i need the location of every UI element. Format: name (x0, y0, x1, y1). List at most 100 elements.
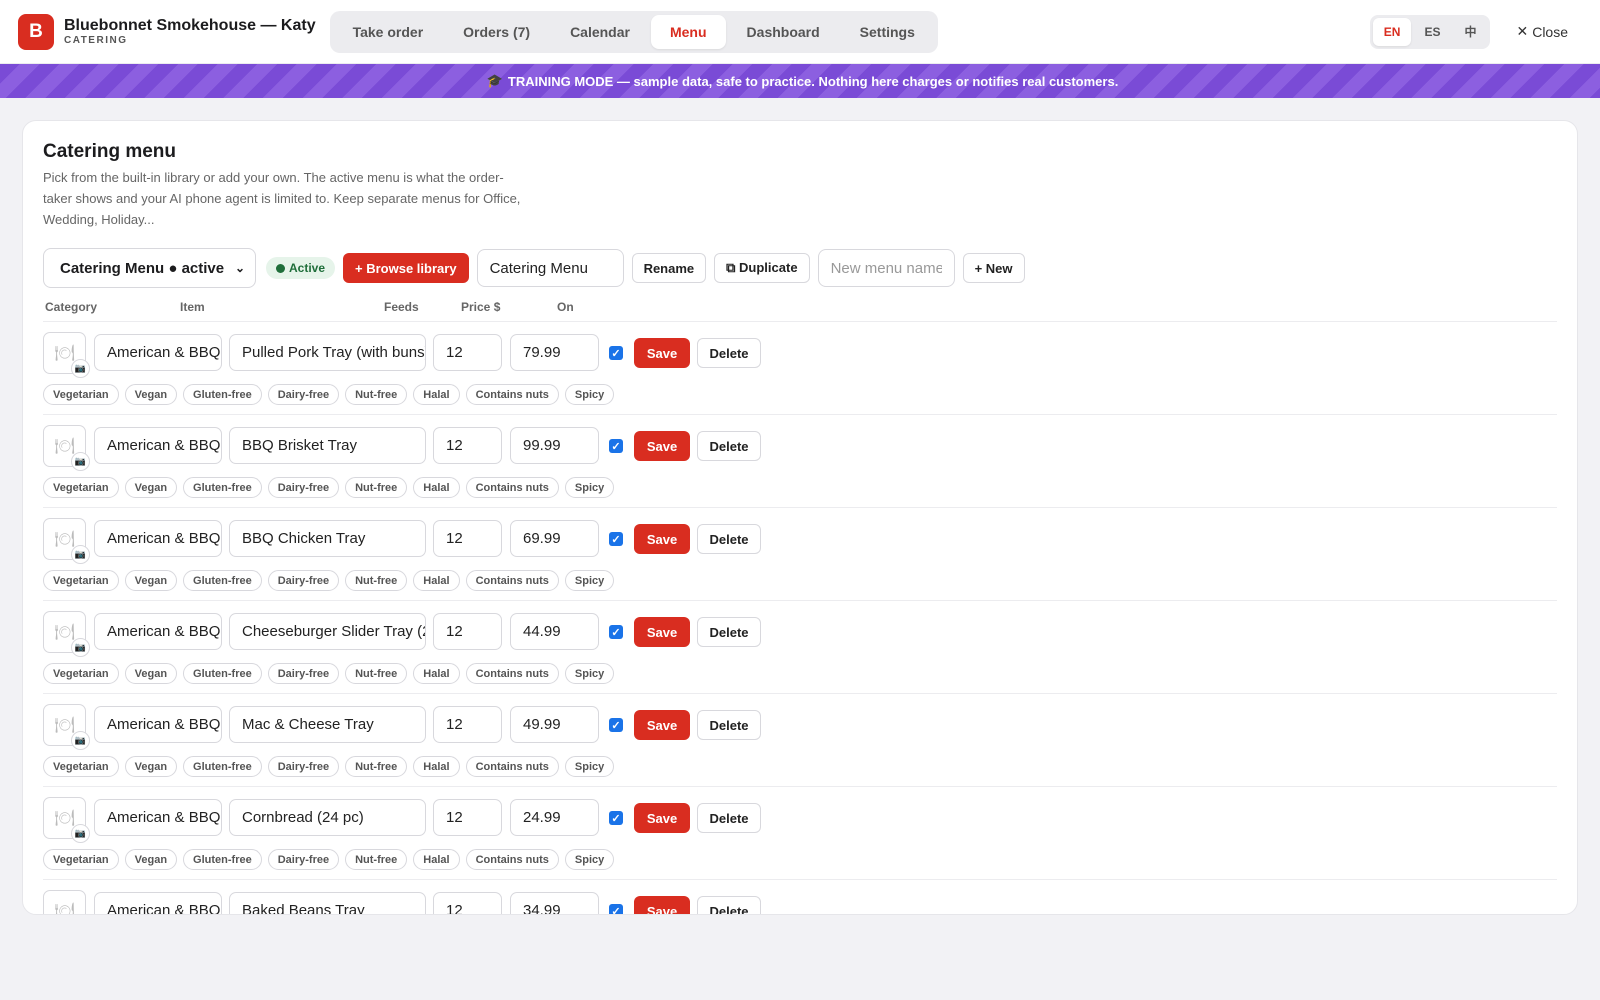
dietary-tag[interactable]: Dairy-free (267, 570, 340, 591)
dietary-tag[interactable]: Vegetarian (43, 756, 119, 777)
dietary-tag[interactable]: Nut-free (345, 849, 408, 870)
category-input[interactable]: American & BBQ (94, 334, 222, 371)
save-button[interactable]: Save (634, 896, 690, 914)
menu-name-input[interactable] (476, 249, 624, 287)
price-input[interactable]: 69.99 (510, 520, 599, 557)
dietary-tag[interactable]: Vegetarian (43, 384, 119, 405)
item-name-input[interactable]: Pulled Pork Tray (with buns) (229, 334, 426, 371)
dietary-tag[interactable]: Gluten-free (183, 663, 262, 684)
category-input[interactable]: American & BBQ (94, 799, 222, 836)
item-name-input[interactable]: Baked Beans Tray (229, 892, 426, 914)
delete-button[interactable]: Delete (697, 803, 761, 833)
camera-icon[interactable]: 📷 (71, 638, 90, 657)
dietary-tag[interactable]: Spicy (564, 384, 615, 405)
item-name-input[interactable]: Cornbread (24 pc) (229, 799, 426, 836)
camera-icon[interactable]: 📷 (71, 545, 90, 564)
dietary-tag[interactable]: Contains nuts (465, 663, 559, 684)
category-input[interactable]: American & BBQ (94, 613, 222, 650)
feeds-input[interactable]: 12 (433, 892, 502, 914)
lang-es-button[interactable]: ES (1413, 18, 1451, 46)
on-checkbox[interactable]: ✓ (609, 346, 623, 360)
dietary-tag[interactable]: Halal (413, 477, 460, 498)
camera-icon[interactable]: 📷 (71, 359, 90, 378)
dietary-tag[interactable]: Dairy-free (267, 849, 340, 870)
dietary-tag[interactable]: Nut-free (345, 663, 408, 684)
tab-take-order[interactable]: Take order (334, 15, 443, 49)
tab-orders[interactable]: Orders (7) (444, 15, 549, 49)
price-input[interactable]: 34.99 (510, 892, 599, 914)
menu-select[interactable]: Catering Menu ● active ⌄ (43, 248, 256, 288)
dietary-tag[interactable]: Gluten-free (183, 384, 262, 405)
dietary-tag[interactable]: Dairy-free (267, 384, 340, 405)
dietary-tag[interactable]: Nut-free (345, 477, 408, 498)
close-button[interactable]: ✕ Close (1516, 23, 1568, 40)
dietary-tag[interactable]: Contains nuts (465, 849, 559, 870)
dietary-tag[interactable]: Vegetarian (43, 570, 119, 591)
tab-menu[interactable]: Menu (650, 14, 726, 49)
tab-settings[interactable]: Settings (841, 15, 934, 49)
dietary-tag[interactable]: Contains nuts (465, 384, 559, 405)
lang-zh-button[interactable]: 中 (1453, 18, 1487, 46)
price-input[interactable]: 49.99 (510, 706, 599, 743)
dietary-tag[interactable]: Dairy-free (267, 663, 340, 684)
dietary-tag[interactable]: Spicy (564, 570, 615, 591)
dietary-tag[interactable]: Halal (413, 849, 460, 870)
feeds-input[interactable]: 12 (433, 613, 502, 650)
rename-button[interactable]: Rename (631, 253, 707, 283)
dietary-tag[interactable]: Gluten-free (183, 756, 262, 777)
item-photo-upload[interactable]: 🍽 📷 (43, 611, 90, 657)
on-checkbox[interactable]: ✓ (609, 439, 623, 453)
dietary-tag[interactable]: Vegetarian (43, 663, 119, 684)
save-button[interactable]: Save (634, 710, 690, 740)
item-photo-upload[interactable]: 🍽 📷 (43, 425, 90, 471)
dietary-tag[interactable]: Vegan (124, 384, 178, 405)
delete-button[interactable]: Delete (697, 431, 761, 461)
on-checkbox[interactable]: ✓ (609, 811, 623, 825)
camera-icon[interactable]: 📷 (71, 824, 90, 843)
save-button[interactable]: Save (634, 338, 690, 368)
dietary-tag[interactable]: Vegetarian (43, 477, 119, 498)
item-photo-upload[interactable]: 🍽 📷 (43, 518, 90, 564)
dietary-tag[interactable]: Contains nuts (465, 570, 559, 591)
new-menu-name-input[interactable] (817, 249, 955, 287)
delete-button[interactable]: Delete (697, 617, 761, 647)
save-button[interactable]: Save (634, 431, 690, 461)
on-checkbox[interactable]: ✓ (609, 904, 623, 914)
lang-en-button[interactable]: EN (1372, 17, 1412, 46)
on-checkbox[interactable]: ✓ (609, 532, 623, 546)
feeds-input[interactable]: 12 (433, 520, 502, 557)
dietary-tag[interactable]: Halal (413, 756, 460, 777)
category-input[interactable]: American & BBQ (94, 520, 222, 557)
item-name-input[interactable]: Mac & Cheese Tray (229, 706, 426, 743)
item-photo-upload[interactable]: 🍽 📷 (43, 704, 90, 750)
on-checkbox[interactable]: ✓ (609, 718, 623, 732)
dietary-tag[interactable]: Contains nuts (465, 756, 559, 777)
feeds-input[interactable]: 12 (433, 427, 502, 464)
dietary-tag[interactable]: Nut-free (345, 384, 408, 405)
dietary-tag[interactable]: Dairy-free (267, 756, 340, 777)
price-input[interactable]: 44.99 (510, 613, 599, 650)
item-photo-upload[interactable]: 🍽 📷 (43, 797, 90, 843)
category-input[interactable]: American & BBQ (94, 892, 222, 914)
tab-dashboard[interactable]: Dashboard (728, 15, 839, 49)
item-name-input[interactable]: Cheeseburger Slider Tray (24) (229, 613, 426, 650)
save-button[interactable]: Save (634, 617, 690, 647)
category-input[interactable]: American & BBQ (94, 706, 222, 743)
dietary-tag[interactable]: Halal (413, 384, 460, 405)
item-photo-upload[interactable]: 🍽 📷 (43, 890, 86, 914)
feeds-input[interactable]: 12 (433, 334, 502, 371)
dietary-tag[interactable]: Nut-free (345, 756, 408, 777)
dietary-tag[interactable]: Spicy (564, 849, 615, 870)
browse-library-button[interactable]: + Browse library (343, 253, 469, 283)
dietary-tag[interactable]: Halal (413, 570, 460, 591)
dietary-tag[interactable]: Gluten-free (183, 570, 262, 591)
delete-button[interactable]: Delete (697, 338, 761, 368)
item-name-input[interactable]: BBQ Chicken Tray (229, 520, 426, 557)
item-photo-upload[interactable]: 🍽 📷 (43, 332, 90, 378)
price-input[interactable]: 99.99 (510, 427, 599, 464)
feeds-input[interactable]: 12 (433, 706, 502, 743)
dietary-tag[interactable]: Nut-free (345, 570, 408, 591)
dietary-tag[interactable]: Spicy (564, 756, 615, 777)
save-button[interactable]: Save (634, 803, 690, 833)
camera-icon[interactable]: 📷 (71, 452, 90, 471)
